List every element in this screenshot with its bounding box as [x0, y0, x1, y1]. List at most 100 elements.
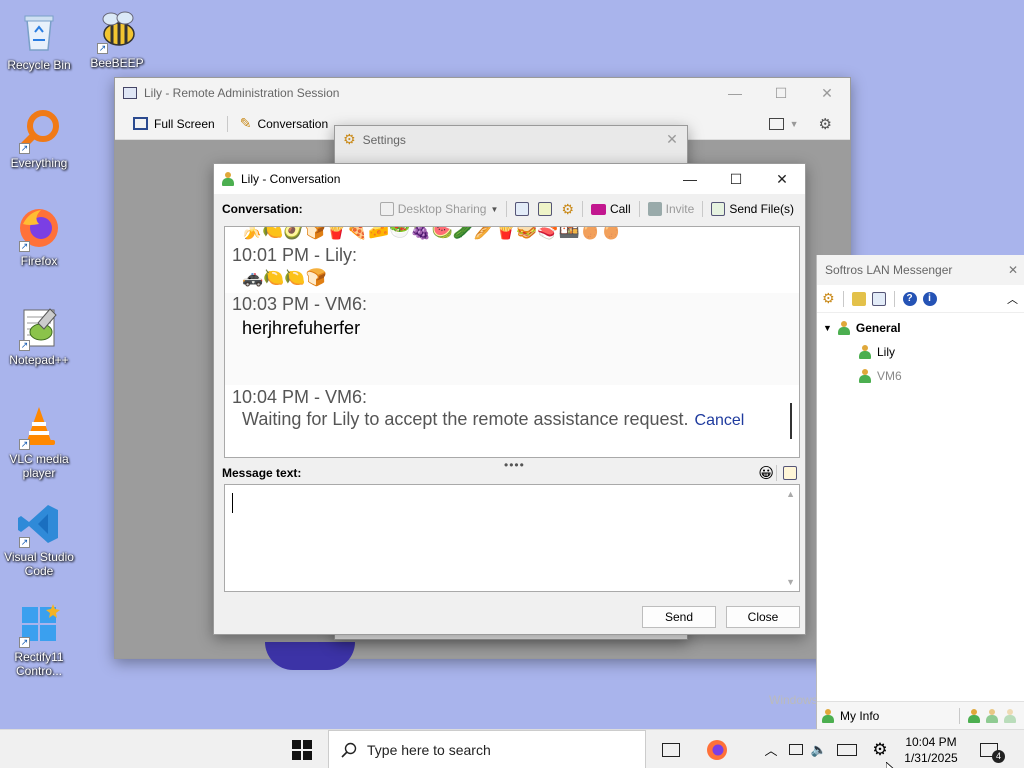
close-conversation-button[interactable]: Close — [726, 606, 800, 628]
message-body: 🚓🍋🍋🍞 — [242, 268, 327, 287]
gear-icon: ⚙ — [818, 115, 832, 133]
lan-messenger-title: Softros LAN Messenger — [825, 263, 953, 277]
contact-name: Lily — [877, 345, 896, 359]
desktop-icon-notepadpp[interactable]: ↗ Notepad++ — [0, 305, 78, 367]
my-info-button[interactable]: My Info — [840, 709, 879, 723]
scroll-indicator[interactable] — [790, 403, 792, 439]
lan-messenger-statusbar: My Info — [817, 701, 1024, 729]
volume-muted-icon[interactable]: 🔈 — [808, 730, 830, 768]
format-text-icon[interactable] — [783, 466, 797, 480]
message-header: 10:04 PM - VM6: — [232, 387, 368, 407]
taskbar-firefox[interactable] — [698, 730, 736, 768]
desktop-sharing-label: Desktop Sharing — [397, 202, 487, 216]
remote-admin-titlebar[interactable]: Lily - Remote Administration Session — ☐… — [115, 78, 850, 108]
copy-button[interactable] — [535, 202, 555, 216]
history-button[interactable] — [512, 202, 532, 216]
remote-settings-button[interactable]: ⚙ — [809, 115, 842, 133]
maximize-button[interactable]: ☐ — [758, 78, 804, 108]
desktop-icon-firefox[interactable]: ↗ Firefox — [0, 206, 78, 268]
shortcut-arrow-icon: ↗ — [19, 340, 30, 351]
task-view-icon — [662, 742, 680, 757]
help-icon[interactable]: ? — [902, 291, 917, 306]
fullscreen-icon — [133, 117, 148, 130]
clock-date: 1/31/2025 — [904, 750, 958, 765]
settings-close-button[interactable]: ✕ — [657, 125, 687, 155]
fullscreen-button[interactable]: Full Screen — [123, 117, 225, 131]
lan-messenger-titlebar[interactable]: Softros LAN Messenger ✕ — [817, 255, 1024, 285]
desktop-icon-label: Firefox — [20, 254, 58, 268]
desktop-icon-everything[interactable]: ↗ Everything — [0, 108, 78, 170]
send-button[interactable]: Send — [642, 606, 716, 628]
call-label: Call — [609, 202, 631, 216]
invite-button[interactable]: Invite — [645, 202, 698, 216]
touch-keyboard-icon[interactable] — [834, 730, 860, 768]
gear-icon[interactable]: ⚙ — [822, 290, 835, 307]
info-icon[interactable]: i — [922, 291, 937, 306]
group-users-icon — [837, 321, 850, 335]
gear-icon: ⚙ — [561, 200, 574, 217]
status-offline-icon[interactable] — [1004, 708, 1016, 723]
invite-label: Invite — [665, 202, 695, 216]
close-icon[interactable]: ✕ — [1008, 263, 1018, 277]
taskbar-search[interactable]: Type here to search — [328, 730, 646, 768]
lan-messenger-window[interactable]: Softros LAN Messenger ✕ ⚙ ? i ︿ ▼ Genera… — [769, 255, 1024, 729]
monitor-select-button[interactable]: ▼ — [759, 117, 809, 130]
windows-logo-icon — [292, 739, 312, 760]
show-hidden-icons-button[interactable]: ︿ — [762, 730, 780, 768]
scroll-down-icon[interactable]: ▼ — [786, 577, 795, 587]
conversation-titlebar[interactable]: Lily - Conversation — ☐ ✕ — [214, 164, 805, 194]
minimize-button[interactable]: — — [712, 78, 758, 108]
toolbar-separator — [506, 201, 508, 217]
user-icon — [859, 369, 871, 383]
notifications-button[interactable]: 4 — [972, 730, 1006, 768]
desktop-icon-rectify11[interactable]: ↗ Rectify11 Contro... — [0, 602, 78, 678]
settings-button[interactable]: ⚙ — [558, 201, 577, 218]
clock[interactable]: 10:04 PM 1/31/2025 — [896, 730, 966, 768]
remote-admin-title: Lily - Remote Administration Session — [144, 86, 340, 100]
folder-icon[interactable] — [851, 291, 866, 306]
desktop-icon-vscode[interactable]: ↗ Visual Studio Code — [0, 502, 78, 578]
scroll-up-icon[interactable]: ▲ — [786, 489, 795, 499]
contact-lily[interactable]: Lily — [859, 345, 895, 359]
call-button[interactable]: Call — [588, 202, 634, 216]
history-document-icon[interactable] — [871, 291, 886, 306]
message-text-row: Message text: 😀 — [222, 464, 797, 482]
message-header: 10:03 PM - VM6: — [232, 294, 368, 314]
desktop-icon-beebeep[interactable]: ↗ BeeBEEP — [78, 8, 156, 70]
desktop-icon-recycle-bin[interactable]: Recycle Bin — [0, 10, 78, 72]
minimize-button[interactable]: — — [667, 164, 713, 194]
rectify11-control-panel-icon: ↗ — [17, 602, 61, 648]
toolbar-separator — [959, 707, 960, 724]
chevron-down-icon[interactable]: ▼ — [823, 323, 832, 333]
contact-vm6[interactable]: VM6 — [859, 369, 902, 383]
settings-titlebar[interactable]: ⚙ Settings ✕ — [335, 126, 687, 153]
shortcut-arrow-icon: ↗ — [19, 241, 30, 252]
emoji-row: 🍌🍋🥑🍞🍟🍕🧀🥗🍇🍉🥒🥖🍟🥪🍣🍱🥚🥚 — [241, 226, 623, 240]
message-input[interactable]: ▲ ▼ — [224, 484, 800, 592]
group-label: General — [855, 321, 901, 335]
group-general[interactable]: ▼ General — [823, 321, 901, 335]
send-file-icon — [711, 202, 726, 216]
shortcut-arrow-icon: ↗ — [19, 143, 30, 154]
desktop-sharing-button[interactable]: Desktop Sharing ▼ — [377, 202, 502, 216]
close-button[interactable]: ✕ — [759, 164, 805, 194]
task-view-button[interactable] — [652, 730, 690, 768]
close-button[interactable]: ✕ — [804, 78, 850, 108]
maximize-button[interactable]: ☐ — [713, 164, 759, 194]
desktop-icon-vlc[interactable]: ↗ VLC media player — [0, 404, 78, 480]
network-icon[interactable] — [786, 730, 806, 768]
chevron-up-icon[interactable]: ︿ — [1007, 291, 1018, 307]
cancel-link[interactable]: Cancel — [695, 412, 745, 429]
conversation-history[interactable]: 🍌🍋🥑🍞🍟🍕🧀🥗🍇🍉🥒🥖🍟🥪🍣🍱🥚🥚 10:01 PM - Lily: 🚓🍋🍋🍞… — [224, 226, 800, 458]
conversation-window[interactable]: Lily - Conversation — ☐ ✕ Conversation: … — [213, 163, 806, 635]
status-away-icon[interactable] — [986, 708, 998, 723]
emoticon-button[interactable]: 😀 — [758, 464, 774, 482]
toolbar-separator — [893, 290, 895, 307]
status-online-icon[interactable] — [968, 708, 980, 723]
desktop-sharing-icon — [379, 202, 394, 216]
conversation-button[interactable]: ✎ Conversation — [230, 115, 338, 132]
user-icon — [859, 345, 871, 359]
send-files-button[interactable]: Send File(s) — [708, 202, 797, 216]
start-button[interactable] — [282, 730, 322, 768]
remote-wallpaper-shape — [265, 642, 355, 670]
